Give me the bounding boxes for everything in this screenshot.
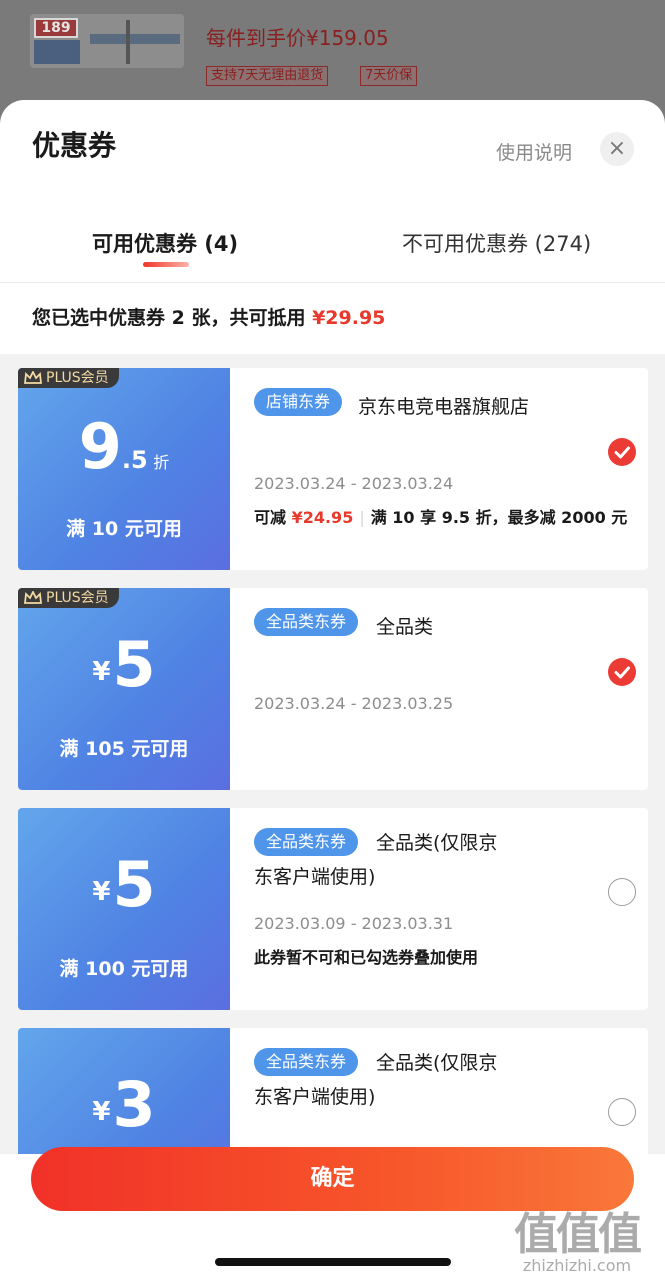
product-price-text: 每件到手价¥159.05 — [206, 26, 389, 50]
coupon-value-panel: PLUS会员 9.5 折 满 10 元可用 — [18, 368, 230, 570]
crown-icon — [24, 371, 42, 384]
coupon-condition: 满 105 元可用 — [59, 738, 189, 760]
usage-instructions-link[interactable]: 使用说明 — [496, 138, 572, 165]
crown-icon — [24, 591, 42, 604]
plus-member-badge: PLUS会员 — [18, 588, 119, 608]
coupon-checkbox[interactable] — [608, 658, 636, 686]
tab-unavailable-coupons[interactable]: 不可用优惠券 (274) — [402, 228, 591, 258]
coupon-validity-date: 2023.03.24 - 2023.03.24 — [254, 474, 454, 493]
product-thumb-tag: 189 — [34, 18, 78, 38]
coupon-discount-value: ¥5 — [92, 628, 156, 701]
coupon-list: PLUS会员 9.5 折 满 10 元可用 店铺东券 京东电竞电器旗舰店 202… — [0, 354, 665, 1154]
coupon-validity-date: 2023.03.09 - 2023.03.31 — [254, 914, 454, 933]
coupon-discount-value: 9.5 折 — [78, 410, 170, 483]
coupon-name: 全品类(仅限京东客户端使用) — [254, 1052, 498, 1108]
coupon-savings-note: 可减 ¥24.95 | 满 10 享 9.5 折，最多减 2000 元 — [254, 508, 628, 527]
coupon-restriction-note: 此券暂不可和已勾选券叠加使用 — [254, 948, 479, 967]
price-protection-badge: 7天价保 — [360, 66, 418, 86]
product-thumbnail: 189 — [30, 14, 184, 68]
coupon-checkbox[interactable] — [608, 878, 636, 906]
coupon-sheet: 优惠券 使用说明 × 可用优惠券 (4) 不可用优惠券 (274) 您已选中优惠… — [0, 100, 665, 1280]
tab-available-coupons[interactable]: 可用优惠券 (4) — [92, 228, 238, 258]
return-policy-badge: 支持7天无理由退货 — [206, 66, 329, 86]
checkmark-icon — [614, 666, 630, 679]
watermark: 值值值 zhizhizhi.com — [514, 1209, 642, 1275]
coupon-checkbox[interactable] — [608, 438, 636, 466]
coupon-discount-value: ¥3 — [92, 1068, 156, 1141]
coupon-discount-value: ¥5 — [92, 848, 156, 921]
coupon-value-panel: PLUS会员 ¥5 满 105 元可用 — [18, 588, 230, 790]
coupon-condition: 满 10 元可用 — [66, 518, 182, 540]
selection-summary: 您已选中优惠券 2 张，共可抵用 ¥29.95 — [0, 282, 665, 354]
coupon-condition: 满 100 元可用 — [59, 958, 189, 980]
coupon-name: 京东电竞电器旗舰店 — [358, 396, 530, 418]
sheet-title: 优惠券 — [32, 129, 117, 162]
coupon-name: 全品类 — [376, 616, 434, 638]
home-indicator — [215, 1258, 451, 1266]
coupon-value-panel: ¥3 — [18, 1028, 230, 1154]
coupon-value-panel: ¥5 满 100 元可用 — [18, 808, 230, 1010]
coupon-card[interactable]: PLUS会员 9.5 折 满 10 元可用 店铺东券 京东电竞电器旗舰店 202… — [18, 368, 648, 570]
coupon-card[interactable]: ¥3 全品类东券 全品类(仅限京东客户端使用) — [18, 1028, 648, 1154]
coupon-card[interactable]: ¥5 满 100 元可用 全品类东券 全品类(仅限京东客户端使用) 2023.0… — [18, 808, 648, 1010]
coupon-type-tag: 店铺东券 — [254, 388, 343, 416]
close-button[interactable]: × — [600, 132, 634, 166]
coupon-checkbox[interactable] — [608, 1098, 636, 1126]
close-icon: × — [607, 136, 627, 161]
checkmark-icon — [614, 446, 630, 459]
summary-amount: ¥29.95 — [312, 307, 386, 329]
summary-text: 您已选中优惠券 2 张，共可抵用 — [32, 307, 313, 329]
plus-member-badge: PLUS会员 — [18, 368, 119, 388]
active-tab-indicator — [143, 262, 189, 267]
coupon-name: 全品类(仅限京东客户端使用) — [254, 832, 498, 888]
coupon-validity-date: 2023.03.24 - 2023.03.25 — [254, 694, 454, 713]
coupon-type-tag: 全品类东券 — [254, 608, 359, 636]
coupon-card[interactable]: PLUS会员 ¥5 满 105 元可用 全品类东券 全品类 2023.03.24… — [18, 588, 648, 790]
